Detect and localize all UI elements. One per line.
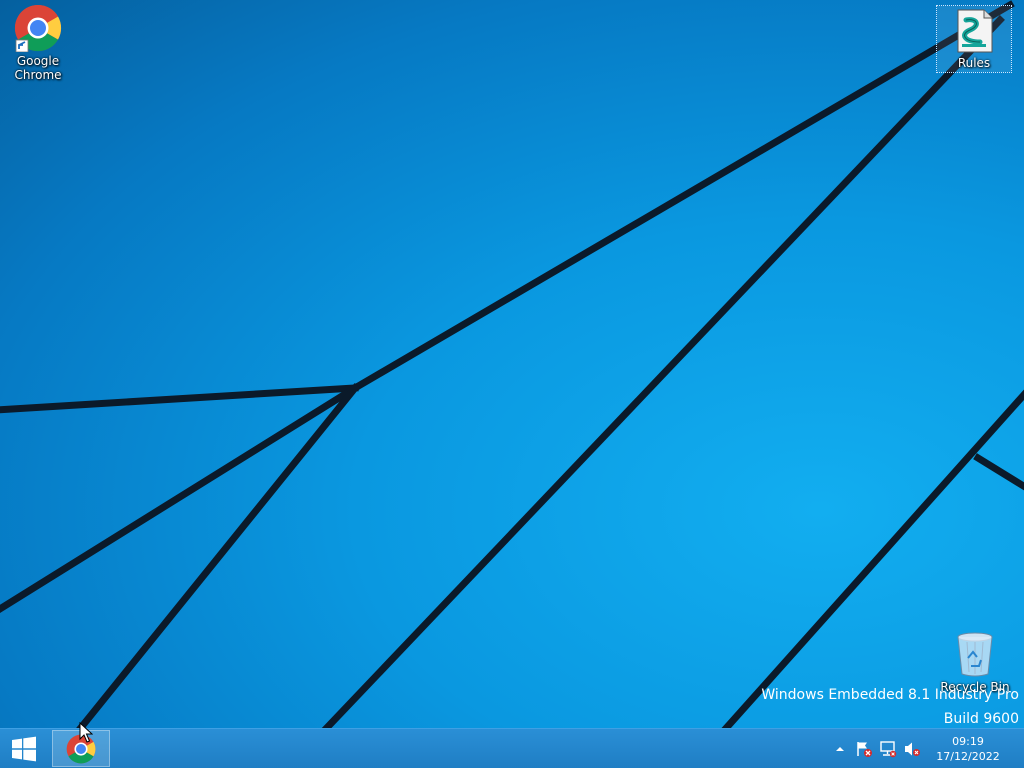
clock-date: 17/12/2022: [936, 749, 1000, 763]
network-button[interactable]: [878, 739, 898, 759]
wallpaper-lines: [0, 0, 1024, 728]
volume-muted-icon: [905, 742, 920, 756]
watermark-build: Build 9600: [943, 711, 1019, 727]
taskbar-clock[interactable]: 09:19 17/12/2022: [932, 734, 1004, 764]
chrome-icon: [14, 4, 62, 52]
network-icon: [880, 740, 897, 757]
windows-logo-icon: [12, 736, 36, 761]
taskbar: 09:19 17/12/2022: [0, 728, 1024, 768]
desktop-icon-rules[interactable]: Rules: [936, 5, 1012, 73]
windows-version-watermark: Windows Embedded 8.1 Industry Pro Build …: [761, 683, 1019, 728]
watermark-edition: Windows Embedded 8.1 Industry Pro: [761, 687, 1019, 703]
volume-button[interactable]: [902, 739, 922, 759]
action-center-button[interactable]: [854, 739, 874, 759]
start-button[interactable]: [0, 729, 48, 768]
action-center-flag-icon: [857, 741, 872, 757]
chevron-up-icon: [836, 746, 844, 751]
desktop-icon-label: Google: [16, 54, 60, 68]
desktop[interactable]: Google Chrome Rules Recycle Bin Windows …: [0, 0, 1024, 728]
clock-time: 09:19: [952, 734, 984, 748]
script-file-icon: [957, 9, 993, 53]
desktop-icon-label: Rules: [957, 56, 991, 70]
taskbar-button-google-chrome[interactable]: [52, 730, 110, 767]
desktop-icon-label: Chrome: [14, 68, 62, 82]
desktop-icon-google-chrome[interactable]: Google Chrome: [0, 4, 76, 82]
chrome-icon: [66, 734, 96, 763]
recycle-bin-icon: [957, 632, 993, 677]
system-tray: 09:19 17/12/2022: [828, 729, 1024, 768]
show-hidden-icons-button[interactable]: [830, 739, 850, 759]
